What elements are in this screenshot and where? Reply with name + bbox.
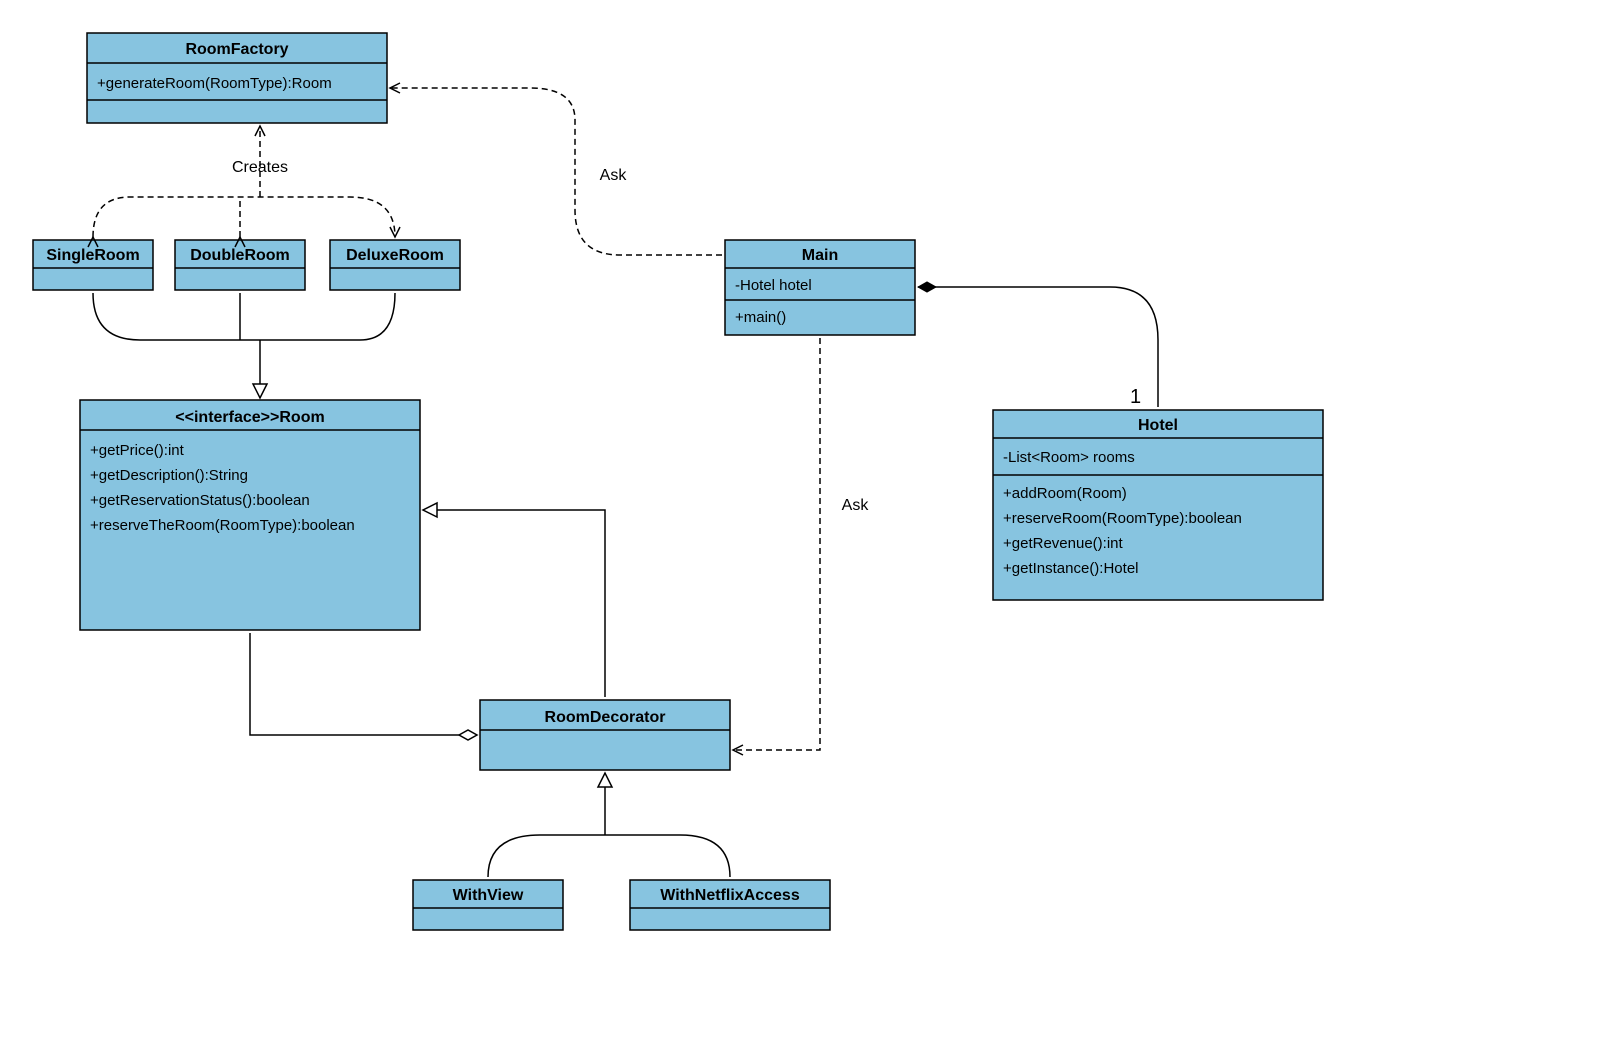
label-ask2: Ask (842, 497, 870, 514)
rel-main-composition-hotel: 1 (918, 287, 1158, 408)
method: +getRevenue():int (1003, 535, 1123, 552)
attribute: -Hotel hotel (735, 277, 812, 294)
label-creates: Creates (232, 159, 288, 176)
rel-room-aggregation-decorator (250, 633, 477, 735)
rel-rooms-implement-room (93, 293, 395, 398)
class-title: Main (802, 247, 838, 264)
uml-diagram: RoomFactory +generateRoom(RoomType):Room… (0, 0, 1618, 1048)
class-title: Hotel (1138, 417, 1178, 434)
class-title: DeluxeRoom (346, 247, 444, 264)
method: +getPrice():int (90, 442, 185, 459)
label-ask1: Ask (600, 167, 628, 184)
class-room-decorator: RoomDecorator (480, 700, 730, 770)
method: +reserveTheRoom(RoomType):boolean (90, 517, 355, 534)
rel-main-ask-decorator: Ask (733, 338, 869, 750)
method: +generateRoom(RoomType):Room (97, 75, 332, 92)
class-double-room: DoubleRoom (175, 240, 305, 290)
multiplicity-one: 1 (1130, 386, 1141, 408)
class-with-view: WithView (413, 880, 563, 930)
class-single-room: SingleRoom (33, 240, 153, 290)
method: +getInstance():Hotel (1003, 560, 1139, 577)
attribute: -List<Room> rooms (1003, 449, 1135, 466)
class-title: SingleRoom (46, 247, 139, 264)
class-title: WithView (453, 887, 524, 904)
class-main: Main -Hotel hotel +main() (725, 240, 915, 335)
method: +main() (735, 309, 786, 326)
class-title: RoomFactory (185, 41, 288, 58)
rel-decorator-implements-room (423, 510, 605, 697)
class-room-interface: <<interface>>Room +getPrice():int +getDe… (80, 400, 420, 630)
class-room-factory: RoomFactory +generateRoom(RoomType):Room (87, 33, 387, 123)
class-deluxe-room: DeluxeRoom (330, 240, 460, 290)
class-title: WithNetflixAccess (660, 887, 800, 904)
class-title: RoomDecorator (545, 709, 666, 726)
rel-creates: Creates (93, 126, 395, 237)
method: +addRoom(Room) (1003, 485, 1127, 502)
method: +getReservationStatus():boolean (90, 492, 310, 509)
class-title: <<interface>>Room (175, 409, 324, 426)
method: +getDescription():String (90, 467, 248, 484)
class-with-netflix: WithNetflixAccess (630, 880, 830, 930)
class-hotel: Hotel -List<Room> rooms +addRoom(Room) +… (993, 410, 1323, 600)
rel-decorator-children (488, 773, 730, 877)
class-title: DoubleRoom (190, 247, 290, 264)
rel-main-ask-roomfactory: Ask (390, 88, 722, 255)
method: +reserveRoom(RoomType):boolean (1003, 510, 1242, 527)
